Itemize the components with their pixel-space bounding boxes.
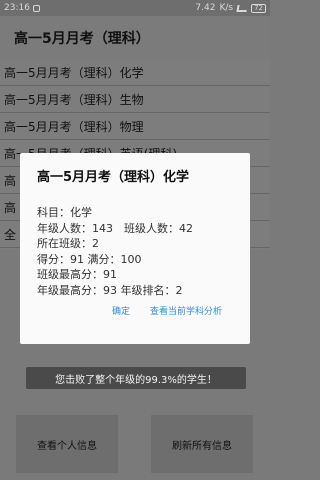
dialog-score: 得分：91 满分：100 bbox=[37, 252, 142, 266]
dialog-student-counts: 年级人数：143 班级人数：42 bbox=[37, 221, 193, 235]
status-bar: 23:16 7.42 K/s 72 bbox=[0, 0, 270, 16]
list-item[interactable]: 高一5月月考（理科）化学 bbox=[0, 59, 270, 86]
app-header: 高一5月月考（理科） bbox=[0, 16, 270, 59]
wifi-icon bbox=[236, 4, 248, 12]
status-left: 23:16 bbox=[4, 3, 40, 13]
network-speed-unit: K/s bbox=[219, 3, 234, 13]
status-time: 23:16 bbox=[4, 3, 30, 13]
dialog-class-high-score: 班级最高分：91 bbox=[37, 268, 117, 281]
dialog-title: 高一5月月考（理科）化学 bbox=[37, 170, 190, 185]
view-personal-info-button[interactable]: 查看个人信息 bbox=[16, 415, 118, 473]
network-speed: 7.42 bbox=[195, 3, 216, 13]
list-item[interactable]: 高一5月月考（理科）生物 bbox=[0, 86, 270, 113]
page-title: 高一5月月考（理科） bbox=[14, 30, 150, 47]
dialog-subject: 科目：化学 bbox=[37, 206, 92, 219]
battery-icon: 72 bbox=[251, 3, 266, 13]
dialog-grade-high-score: 年级最高分：93 年级排名：2 bbox=[37, 283, 183, 297]
notification-icon bbox=[32, 4, 40, 12]
list-item[interactable]: 高一5月月考（理科）物理 bbox=[0, 113, 270, 140]
dialog-body: 科目：化学 年级人数：143 班级人数：42 所在班级：2 得分：91 满分：1… bbox=[37, 205, 236, 298]
confirm-button[interactable]: 确定 bbox=[112, 304, 130, 317]
view-subject-analysis-button[interactable]: 查看当前学科分析 bbox=[150, 304, 222, 317]
score-dialog: 高一5月月考（理科）化学 科目：化学 年级人数：143 班级人数：42 所在班级… bbox=[20, 153, 250, 344]
dialog-class: 所在班级：2 bbox=[37, 237, 99, 250]
refresh-all-info-button[interactable]: 刷新所有信息 bbox=[151, 415, 253, 473]
battery-level: 72 bbox=[254, 4, 263, 12]
status-right: 7.42 K/s 72 bbox=[195, 3, 266, 13]
percentile-banner: 您击败了整个年级的99.3%的学生！ bbox=[26, 367, 246, 389]
